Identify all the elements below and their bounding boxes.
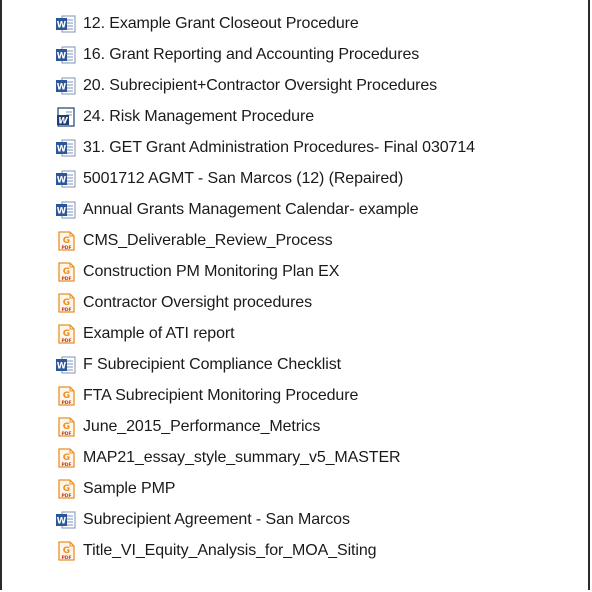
svg-text:W: W [57, 206, 67, 216]
file-name: F Subrecipient Compliance Checklist [83, 355, 341, 373]
word-doc-icon: W [55, 168, 77, 190]
svg-text:PDF: PDF [61, 244, 71, 250]
pdf-icon: G PDF [55, 385, 77, 407]
svg-text:W: W [57, 82, 67, 92]
svg-text:PDF: PDF [61, 337, 71, 343]
svg-text:PDF: PDF [61, 399, 71, 405]
file-name: CMS_Deliverable_Review_Process [83, 231, 333, 249]
file-name: June_2015_Performance_Metrics [83, 417, 321, 435]
file-name: 31. GET Grant Administration Procedures-… [83, 138, 475, 156]
file-item[interactable]: W 24. Risk Management Procedure [55, 101, 475, 132]
word-legacy-doc-icon: W [55, 106, 77, 128]
file-name: Sample PMP [83, 479, 176, 497]
word-doc-icon: W [55, 509, 77, 531]
svg-text:G: G [63, 391, 70, 401]
svg-text:PDF: PDF [61, 461, 71, 467]
svg-text:PDF: PDF [61, 554, 71, 560]
word-doc-icon: W [55, 75, 77, 97]
svg-text:PDF: PDF [61, 275, 71, 281]
file-item[interactable]: G PDF Construction PM Monitoring Plan EX [55, 256, 475, 287]
svg-text:G: G [63, 298, 70, 308]
file-item[interactable]: G PDF Example of ATI report [55, 318, 475, 349]
svg-text:PDF: PDF [61, 430, 71, 436]
pdf-icon: G PDF [55, 261, 77, 283]
pdf-icon: G PDF [55, 478, 77, 500]
file-item[interactable]: G PDF Title_VI_Equity_Analysis_for_MOA_Sit… [55, 535, 475, 566]
file-name: Subrecipient Agreement - San Marcos [83, 510, 350, 528]
file-item[interactable]: G PDF FTA Subrecipient Monitoring Procedur… [55, 380, 475, 411]
file-item[interactable]: W Annual Grants Management Calendar- exam… [55, 194, 475, 225]
file-item[interactable]: G PDF June_2015_Performance_Metrics [55, 411, 475, 442]
file-item[interactable]: W 16. Grant Reporting and Accounting Proc… [55, 39, 475, 70]
svg-text:W: W [57, 175, 67, 185]
svg-text:W: W [57, 20, 67, 30]
svg-text:G: G [63, 329, 70, 339]
pdf-icon: G PDF [55, 416, 77, 438]
file-name: 5001712 AGMT - San Marcos (12) (Repaired… [83, 169, 404, 187]
file-item[interactable]: G PDF Contractor Oversight procedures [55, 287, 475, 318]
file-name: FTA Subrecipient Monitoring Procedure [83, 386, 359, 404]
file-item[interactable]: W 20. Subrecipient+Contractor Oversight P… [55, 70, 475, 101]
pdf-icon: G PDF [55, 230, 77, 252]
svg-text:W: W [57, 361, 67, 371]
file-item[interactable]: G PDF CMS_Deliverable_Review_Process [55, 225, 475, 256]
svg-text:W: W [57, 51, 67, 61]
file-list-panel: W 12. Example Grant Closeout Procedure W 16… [0, 0, 590, 590]
file-item[interactable]: W F Subrecipient Compliance Checklist [55, 349, 475, 380]
file-item[interactable]: W 12. Example Grant Closeout Procedure [55, 8, 475, 39]
file-name: Title_VI_Equity_Analysis_for_MOA_Siting [83, 541, 377, 559]
word-doc-icon: W [55, 44, 77, 66]
file-name: Example of ATI report [83, 324, 235, 342]
file-item[interactable]: W 31. GET Grant Administration Procedures… [55, 132, 475, 163]
svg-text:G: G [63, 453, 70, 463]
svg-text:PDF: PDF [61, 306, 71, 312]
svg-text:G: G [63, 422, 70, 432]
file-name: 16. Grant Reporting and Accounting Proce… [83, 45, 420, 63]
word-doc-icon: W [55, 199, 77, 221]
file-name: MAP21_essay_style_summary_v5_MASTER [83, 448, 401, 466]
svg-text:PDF: PDF [61, 492, 71, 498]
pdf-icon: G PDF [55, 323, 77, 345]
svg-text:G: G [63, 236, 70, 246]
file-name: Annual Grants Management Calendar- examp… [83, 200, 419, 218]
file-item[interactable]: W 5001712 AGMT - San Marcos (12) (Repaire… [55, 163, 475, 194]
file-name: 12. Example Grant Closeout Procedure [83, 14, 359, 32]
file-item[interactable]: G PDF MAP21_essay_style_summary_v5_MASTER [55, 442, 475, 473]
pdf-icon: G PDF [55, 447, 77, 469]
file-item[interactable]: G PDF Sample PMP [55, 473, 475, 504]
svg-text:W: W [57, 516, 67, 526]
svg-text:G: G [63, 484, 70, 494]
file-list: W 12. Example Grant Closeout Procedure W 16… [55, 8, 475, 566]
pdf-icon: G PDF [55, 292, 77, 314]
svg-text:W: W [58, 116, 68, 126]
file-item[interactable]: W Subrecipient Agreement - San Marcos [55, 504, 475, 535]
file-name: 24. Risk Management Procedure [83, 107, 314, 125]
pdf-icon: G PDF [55, 540, 77, 562]
file-name: Contractor Oversight procedures [83, 293, 313, 311]
file-name: 20. Subrecipient+Contractor Oversight Pr… [83, 76, 438, 94]
word-doc-icon: W [55, 13, 77, 35]
svg-text:W: W [57, 144, 67, 154]
svg-text:G: G [63, 546, 70, 556]
word-doc-icon: W [55, 354, 77, 376]
file-name: Construction PM Monitoring Plan EX [83, 262, 340, 280]
word-doc-icon: W [55, 137, 77, 159]
svg-text:G: G [63, 267, 70, 277]
